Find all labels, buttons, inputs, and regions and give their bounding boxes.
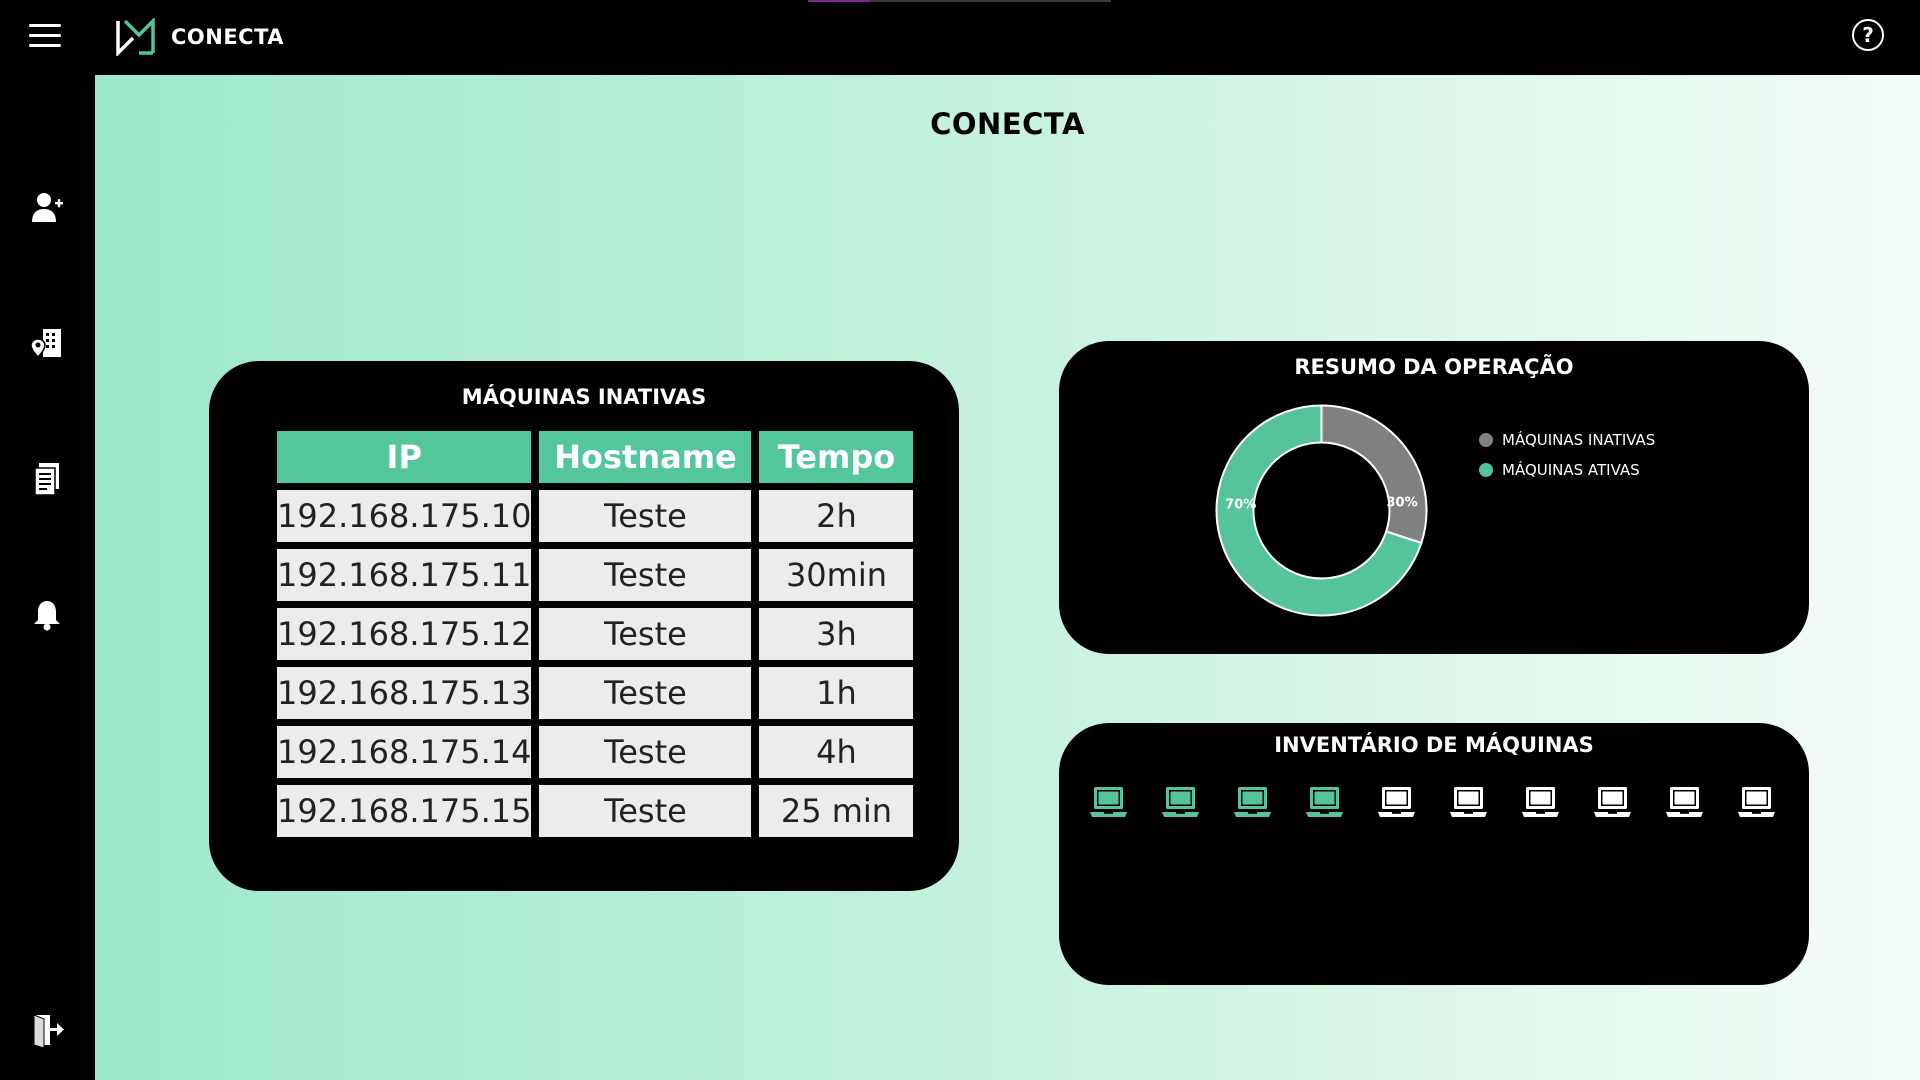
donut-chart: 30% 70% [1214, 403, 1429, 618]
legend-label: MÁQUINAS ATIVAS [1502, 461, 1640, 479]
main-content: CONECTA MÁQUINAS INATIVAS IP Hostname Te… [95, 75, 1920, 1080]
hostname-cell: Teste [539, 667, 752, 719]
sidebar-item-locations[interactable] [27, 323, 67, 363]
page-title: CONECTA [930, 107, 1085, 141]
logo-icon [116, 18, 155, 56]
legend-dot-icon [1479, 463, 1493, 477]
operation-summary-card: RESUMO DA OPERAÇÃO 30% 70% MÁQUINAS INATI… [1059, 341, 1809, 654]
laptop-icon[interactable] [1665, 785, 1704, 821]
legend-item-active[interactable]: MÁQUINAS ATIVAS [1479, 461, 1655, 479]
donut-chart-svg: 30% 70% [1215, 404, 1428, 617]
table-row[interactable]: 192.168.175.12 Teste 3h [277, 608, 914, 660]
tempo-cell: 3h [759, 608, 914, 660]
laptop-icon[interactable] [1089, 785, 1128, 821]
donut-label-inactive: 30% [1387, 495, 1418, 510]
table-row[interactable]: 192.168.175.11 Teste 30min [277, 549, 914, 601]
ip-cell: 192.168.175.11 [277, 549, 532, 601]
table-row[interactable]: 192.168.175.14 Teste 4h [277, 726, 914, 778]
column-header-ip[interactable]: IP [277, 431, 532, 483]
table-row[interactable]: 192.168.175.13 Teste 1h [277, 667, 914, 719]
laptop-icon[interactable] [1521, 785, 1560, 821]
ip-cell: 192.168.175.10 [277, 490, 532, 542]
laptop-icon[interactable] [1161, 785, 1200, 821]
legend-label: MÁQUINAS INATIVAS [1502, 431, 1656, 449]
table-row[interactable]: 192.168.175.15 Teste 25 min [277, 785, 914, 837]
tempo-cell: 4h [759, 726, 914, 778]
column-header-hostname[interactable]: Hostname [539, 431, 752, 483]
brand-name: CONECTA [171, 25, 285, 49]
sidebar-item-add-user[interactable] [27, 187, 67, 227]
chart-legend: MÁQUINAS INATIVAS MÁQUINAS ATIVAS [1479, 431, 1655, 491]
hostname-cell: Teste [539, 726, 752, 778]
donut-slice-inactive[interactable] [1320, 404, 1428, 545]
hostname-cell: Teste [539, 490, 752, 542]
logout-icon [33, 1014, 64, 1048]
donut-label-active: 70% [1225, 497, 1256, 512]
tempo-cell: 25 min [759, 785, 914, 837]
tempo-cell: 30min [759, 549, 914, 601]
hostname-cell: Teste [539, 608, 752, 660]
hamburger-line [29, 44, 61, 47]
user-add-icon [32, 193, 63, 222]
help-button[interactable]: ? [1852, 19, 1884, 51]
machine-inventory-card: INVENTÁRIO DE MÁQUINAS [1059, 723, 1809, 985]
hamburger-icon [29, 24, 61, 27]
hostname-cell: Teste [539, 549, 752, 601]
table-row[interactable]: 192.168.175.10 Teste 2h [277, 490, 914, 542]
brand-logo[interactable]: CONECTA [115, 18, 284, 56]
inactive-machines-table: IP Hostname Tempo 192.168.175.10 Teste 2h 1… [269, 424, 921, 844]
ip-cell: 192.168.175.13 [277, 667, 532, 719]
bell-icon [34, 601, 60, 631]
top-bar: CONECTA ? [0, 0, 1920, 75]
inactive-machines-card: MÁQUINAS INATIVAS IP Hostname Tempo 192.… [209, 361, 959, 891]
table-header-row: IP Hostname Tempo [277, 431, 914, 483]
laptop-icon[interactable] [1305, 785, 1344, 821]
machine-inventory-title: INVENTÁRIO DE MÁQUINAS [1274, 733, 1594, 757]
laptop-icon[interactable] [1593, 785, 1632, 821]
laptop-icon[interactable] [1377, 785, 1416, 821]
laptop-icon[interactable] [1233, 785, 1272, 821]
hostname-cell: Teste [539, 785, 752, 837]
inactive-machines-title: MÁQUINAS INATIVAS [461, 385, 707, 409]
tempo-cell: 1h [759, 667, 914, 719]
laptop-icon[interactable] [1737, 785, 1776, 821]
ip-cell: 192.168.175.14 [277, 726, 532, 778]
sidebar-item-logout[interactable] [27, 1010, 67, 1050]
document-icon [34, 463, 59, 496]
tempo-cell: 2h [759, 490, 914, 542]
sidebar-item-notifications[interactable] [27, 595, 67, 635]
help-circle-icon: ? [1862, 23, 1874, 47]
column-header-tempo[interactable]: Tempo [759, 431, 914, 483]
top-progress-accent [808, 0, 1111, 2]
ip-cell: 192.168.175.15 [277, 785, 532, 837]
laptop-icon[interactable] [1449, 785, 1488, 821]
legend-item-inactive[interactable]: MÁQUINAS INATIVAS [1479, 431, 1655, 449]
operation-summary-title: RESUMO DA OPERAÇÃO [1294, 355, 1574, 379]
sidebar-item-reports[interactable] [27, 459, 67, 499]
legend-dot-icon [1479, 433, 1493, 447]
hamburger-line [29, 34, 61, 37]
laptop-list [1089, 785, 1776, 821]
ip-cell: 192.168.175.12 [277, 608, 532, 660]
sidebar [0, 75, 95, 1080]
building-location-icon [30, 329, 61, 359]
menu-button[interactable] [29, 22, 61, 50]
